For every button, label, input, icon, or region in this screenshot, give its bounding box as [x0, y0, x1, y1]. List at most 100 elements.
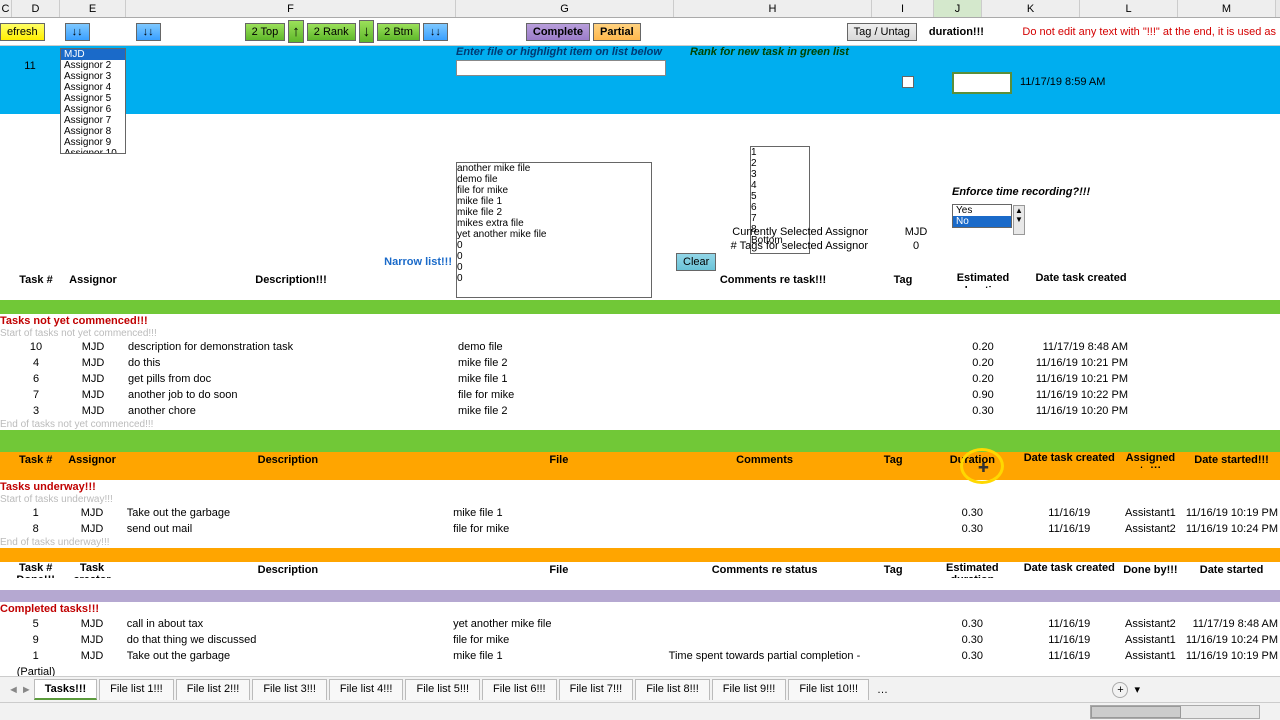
col-k[interactable]: K — [982, 0, 1080, 17]
list-item[interactable]: mikes extra file — [457, 218, 651, 229]
sheet-tab[interactable]: File list 7!!! — [559, 679, 634, 700]
sheet-tab[interactable]: File list 5!!! — [405, 679, 480, 700]
list-item[interactable]: 1 — [751, 147, 809, 158]
list-item[interactable]: mike file 1 — [457, 196, 651, 207]
col-f[interactable]: F — [126, 0, 456, 17]
hdr2-assignor: Assignor — [59, 452, 124, 468]
toolbar: efresh ↓↓ ↓↓ 2 Top ↑ 2 Rank ↓ 2 Btm ↓↓ C… — [0, 18, 1280, 46]
table-row[interactable]: 1MJDTake out the garbagemike file 1Time … — [0, 648, 1280, 664]
up-button[interactable]: ↑ — [288, 20, 304, 43]
table-row[interactable]: 6MJDget pills from docmike file 10.2011/… — [0, 371, 1280, 387]
table-row[interactable]: 3MJDanother choremike file 20.3011/16/19… — [0, 403, 1280, 419]
sheet-tab[interactable]: File list 3!!! — [252, 679, 327, 700]
section-notcommenced-title: Tasks not yet commenced!!! — [0, 314, 1280, 328]
complete-button[interactable]: Complete — [526, 23, 590, 41]
down-button-2[interactable]: ↓↓ — [136, 23, 161, 41]
list-item[interactable]: Assignor 6 — [61, 104, 125, 115]
col-h[interactable]: H — [674, 0, 872, 17]
list-item[interactable]: 7 — [751, 213, 809, 224]
down-button-1[interactable]: ↓↓ — [65, 23, 90, 41]
list-item[interactable]: Assignor 9 — [61, 137, 125, 148]
file-listbox[interactable]: another mike filedemo filefile for mikem… — [456, 162, 652, 298]
sheet-tab[interactable]: File list 1!!! — [99, 679, 174, 700]
table-row[interactable]: 10MJDdescription for demonstration taskd… — [0, 339, 1280, 355]
partial-button[interactable]: Partial — [593, 23, 641, 41]
down-arrow-icon: ↓↓ — [143, 26, 154, 38]
list-item[interactable]: 0 — [457, 240, 651, 251]
enforce-listbox[interactable]: ▲▼ YesNo — [952, 204, 1012, 228]
sheet-tab[interactable]: File list 10!!! — [788, 679, 869, 700]
2rank-button[interactable]: 2 Rank — [307, 23, 356, 41]
sheet-tab[interactable]: File list 8!!! — [635, 679, 710, 700]
list-item[interactable]: Assignor 2 — [61, 60, 125, 71]
col-l[interactable]: L — [1080, 0, 1178, 17]
list-item[interactable]: 0 — [457, 273, 651, 284]
list-item[interactable]: Assignor 10 — [61, 148, 125, 154]
list-item[interactable]: No — [953, 216, 1011, 227]
list-item[interactable]: Assignor 4 — [61, 82, 125, 93]
hdr2-dstart: Date started!!! — [1183, 452, 1280, 468]
scroll-thumb[interactable] — [1091, 706, 1181, 718]
col-j[interactable]: J — [934, 0, 982, 17]
list-item[interactable]: Assignor 5 — [61, 93, 125, 104]
list-item[interactable]: 6 — [751, 202, 809, 213]
list-item[interactable]: demo file — [457, 174, 651, 185]
list-item[interactable]: 2 — [751, 158, 809, 169]
tab-menu-icon[interactable]: ▾ — [1134, 683, 1140, 696]
row-number: 11 — [0, 46, 60, 72]
table-row[interactable]: 9MJDdo that thing we discussedfile for m… — [0, 632, 1280, 648]
horizontal-scrollbar[interactable] — [0, 702, 1280, 720]
list-item[interactable]: Yes — [953, 205, 1011, 216]
hdr-assignor: Assignor — [60, 272, 126, 288]
list-item[interactable]: 0 — [457, 262, 651, 273]
list-item[interactable]: file for mike — [457, 185, 651, 196]
table-row[interactable]: 8MJDsend out mailfile for mike0.3011/16/… — [0, 521, 1280, 537]
sheet-tab[interactable]: File list 2!!! — [176, 679, 251, 700]
list-item[interactable]: 0 — [457, 251, 651, 262]
col-c[interactable]: C — [0, 0, 12, 17]
2btm-button[interactable]: 2 Btm — [377, 23, 420, 41]
refresh-button[interactable]: efresh — [0, 23, 45, 41]
hdr2-desc: Description — [125, 452, 451, 468]
col-m[interactable]: M — [1178, 0, 1276, 17]
table-row[interactable]: 5MJDcall in about taxyet another mike fi… — [0, 616, 1280, 632]
sheet-tab[interactable]: File list 4!!! — [329, 679, 404, 700]
tab-more-icon[interactable]: … — [871, 684, 894, 696]
hdr-comments: Comments re task!!! — [674, 272, 872, 288]
sheet-tabs: ◄ ► Tasks!!!File list 1!!!File list 2!!!… — [0, 676, 1280, 702]
sheet-tab[interactable]: File list 6!!! — [482, 679, 557, 700]
list-item[interactable]: another mike file — [457, 163, 651, 174]
table-row[interactable]: 1MJDTake out the garbagemike file 10.301… — [0, 505, 1280, 521]
down-button-3[interactable]: ↓ — [359, 20, 375, 43]
sheet-tab[interactable]: File list 9!!! — [712, 679, 787, 700]
list-item[interactable]: yet another mike file — [457, 229, 651, 240]
tab-first-icon[interactable]: ◄ — [8, 684, 19, 696]
sheet-tab[interactable]: Tasks!!! — [34, 679, 97, 700]
2top-button[interactable]: 2 Top — [245, 23, 286, 41]
table-row[interactable]: 4MJDdo thismike file 20.2011/16/19 10:21… — [0, 355, 1280, 371]
tab-add-icon[interactable]: + — [1112, 682, 1128, 698]
column-headers: C D E F G H I J K L M — [0, 0, 1280, 18]
list-item[interactable]: 5 — [751, 191, 809, 202]
list-item[interactable]: Assignor 3 — [61, 71, 125, 82]
down-button-4[interactable]: ↓↓ — [423, 23, 448, 41]
list-item[interactable]: mike file 2 — [457, 207, 651, 218]
col-e[interactable]: E — [60, 0, 126, 17]
list-item[interactable]: 4 — [751, 180, 809, 191]
list-item[interactable]: Assignor 8 — [61, 126, 125, 137]
list-item[interactable]: 3 — [751, 169, 809, 180]
list-item[interactable]: MJD — [61, 49, 125, 60]
list-item[interactable]: Assignor 7 — [61, 115, 125, 126]
clear-button[interactable]: Clear — [676, 253, 716, 271]
col-i[interactable]: I — [872, 0, 934, 17]
tab-prev-icon[interactable]: ► — [21, 684, 32, 696]
duration-input[interactable] — [952, 72, 1012, 94]
col-g[interactable]: G — [456, 0, 674, 17]
file-input[interactable] — [456, 60, 666, 76]
tag-checkbox[interactable] — [902, 76, 914, 88]
col-d[interactable]: D — [12, 0, 60, 17]
tag-untag-button[interactable]: Tag / Untag — [847, 23, 917, 41]
assignor-listbox[interactable]: MJDAssignor 2Assignor 3Assignor 4Assigno… — [60, 48, 126, 154]
green-band-1 — [0, 300, 1280, 314]
table-row[interactable]: 7MJDanother job to do soonfile for mike0… — [0, 387, 1280, 403]
